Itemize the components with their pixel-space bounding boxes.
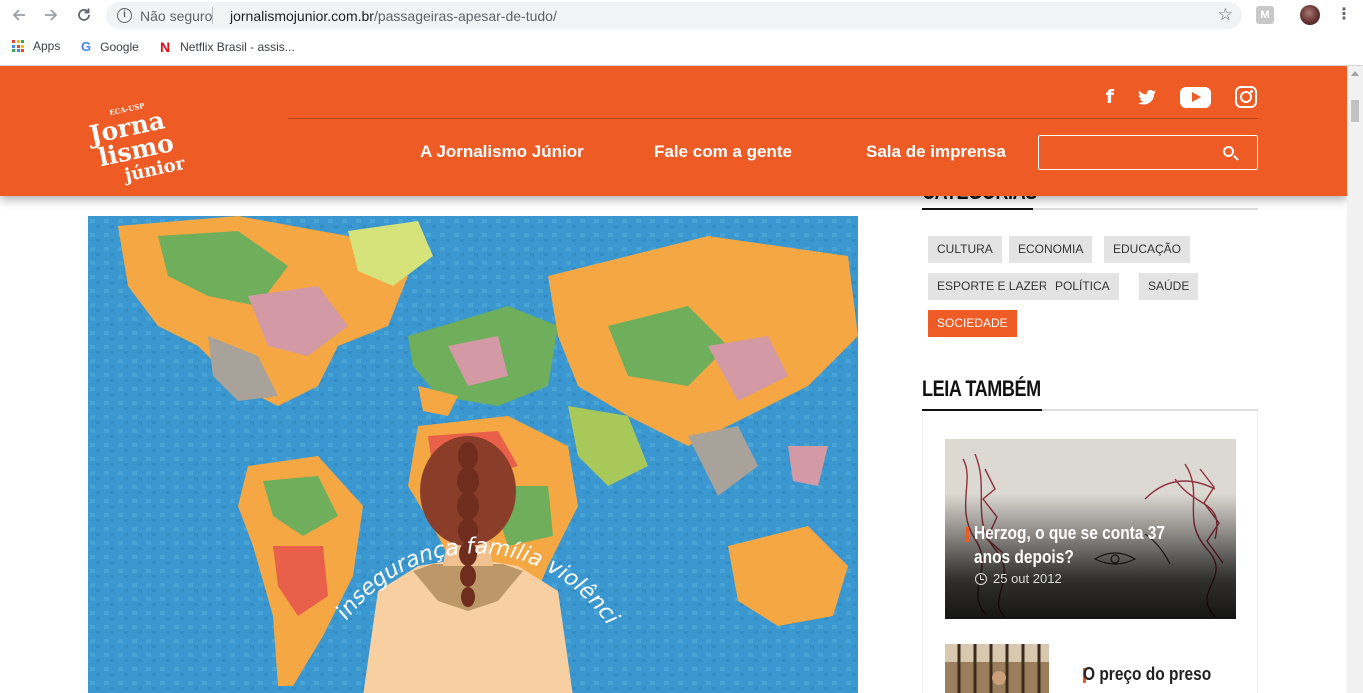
related-card-featured[interactable]: Herzog, o que se conta 37 anos depois? 2… (945, 439, 1236, 619)
profile-avatar[interactable] (1300, 5, 1320, 25)
bookmark-apps[interactable]: Apps (12, 39, 60, 53)
world-map-illustration: insegurança família violência medo asséd… (88, 216, 858, 693)
apps-grid-icon (12, 40, 24, 52)
header-divider (288, 118, 1258, 119)
nav-fale-com-a-gente[interactable]: Fale com a gente (654, 142, 792, 162)
prison-bars-image (945, 644, 1049, 693)
nav-sala-de-imprensa[interactable]: Sala de imprensa (866, 142, 1006, 162)
nav-a-jornalismo-junior[interactable]: A Jornalismo Júnior (420, 142, 584, 162)
related-title: LEIA TAMBÉM (922, 376, 1041, 401)
related-thumbnail-image[interactable] (945, 644, 1049, 693)
search-input[interactable] (1039, 136, 1209, 169)
tag-educacao[interactable]: EDUCAÇÃO (1104, 236, 1191, 263)
date-text: 25 out 2012 (993, 571, 1062, 586)
extension-icon[interactable]: M (1256, 6, 1274, 24)
scrollbar-thumb[interactable] (1351, 100, 1359, 122)
google-logo-icon: G (81, 39, 92, 54)
address-bar[interactable]: i Não seguro jornalismojunior.com.br/pas… (106, 2, 1242, 29)
facebook-icon[interactable]: f (1106, 86, 1114, 108)
web-page: CATEGORIAS CULTURA ECONOMIA EDUCAÇÃO ESP… (0, 66, 1347, 693)
instagram-icon[interactable] (1235, 86, 1257, 108)
tag-saude[interactable]: SAÚDE (1139, 273, 1199, 300)
related-post-date: 25 out 2012 (975, 571, 1062, 586)
bookmark-google[interactable]: G Google (81, 39, 139, 54)
tag-cultura[interactable]: CULTURA (928, 236, 1002, 263)
search-icon[interactable] (1223, 146, 1234, 157)
forward-button[interactable] (40, 4, 62, 26)
reload-button[interactable] (73, 4, 95, 26)
security-label: Não seguro (140, 8, 213, 24)
accent-bar (966, 527, 969, 542)
clock-icon (975, 572, 987, 585)
info-icon[interactable]: i (117, 8, 132, 23)
page-scrollbar[interactable] (1347, 66, 1363, 693)
back-button[interactable] (8, 4, 30, 26)
site-logo[interactable]: ECA-USP Jorna lismo júnior (85, 96, 188, 187)
related-posts: Herzog, o que se conta 37 anos depois? 2… (922, 412, 1258, 693)
tag-politica[interactable]: POLÍTICA (1046, 273, 1119, 300)
reload-icon (78, 8, 90, 21)
site-header: ECA-USP Jorna lismo júnior f A Jornalism… (0, 66, 1347, 196)
browser-toolbar: i Não seguro jornalismojunior.com.br/pas… (0, 0, 1363, 31)
twitter-icon[interactable] (1138, 89, 1156, 105)
tag-economia[interactable]: ECONOMIA (1009, 236, 1093, 263)
browser-chrome: i Não seguro jornalismojunior.com.br/pas… (0, 0, 1363, 66)
youtube-icon[interactable] (1180, 86, 1211, 108)
jornalismo-junior-logo: ECA-USP Jorna lismo júnior (85, 101, 188, 187)
related-rule (922, 409, 1258, 411)
scroll-up-arrow-icon[interactable] (1351, 71, 1359, 76)
url-host: jornalismojunior.com.br (230, 8, 374, 24)
tag-esporte-e-lazer[interactable]: ESPORTE E LAZER (928, 273, 1057, 300)
forward-arrow-icon (45, 9, 58, 21)
browser-menu-icon[interactable]: ⋮ (1336, 4, 1352, 26)
related-post-title[interactable]: Herzog, o que se conta 37 anos depois? (974, 521, 1180, 569)
site-search (1038, 135, 1258, 170)
netflix-logo-icon: N (160, 39, 171, 55)
address-separator (212, 7, 213, 24)
url-text[interactable]: jornalismojunior.com.br/passageiras-apes… (230, 8, 557, 24)
bookmark-label: Apps (33, 39, 61, 53)
social-links: f (1082, 86, 1257, 108)
article-hero-image: insegurança família violência medo asséd… (88, 216, 858, 693)
back-arrow-icon (12, 9, 25, 21)
bookmark-netflix[interactable]: N Netflix Brasil - assis... (160, 39, 295, 55)
bookmark-label: Netflix Brasil - assis... (180, 40, 295, 54)
related-post-title[interactable]: O preço do preso (1083, 664, 1211, 685)
tag-sociedade[interactable]: SOCIEDADE (928, 310, 1017, 337)
categories-rule (922, 208, 1258, 210)
bookmark-star-icon[interactable]: ☆ (1218, 5, 1233, 25)
bookmark-label: Google (100, 39, 139, 54)
bookmarks-bar: Apps G Google N Netflix Brasil - assis..… (0, 33, 1363, 61)
url-path: /passageiras-apesar-de-tudo/ (373, 8, 557, 24)
